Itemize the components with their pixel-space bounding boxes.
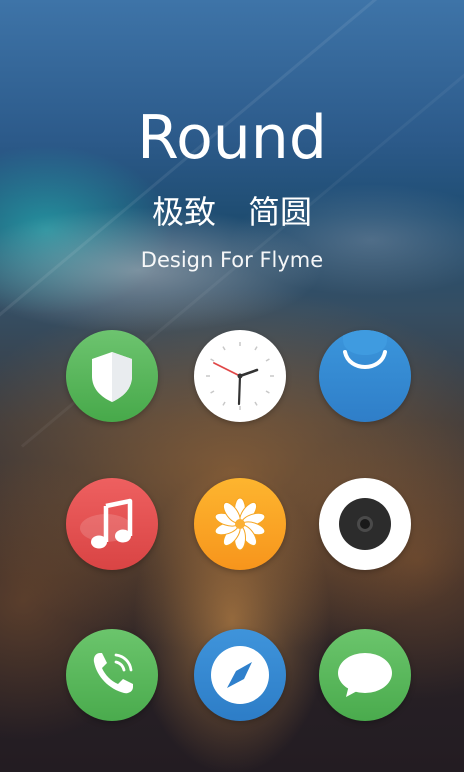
gallery-icon[interactable]	[194, 478, 286, 570]
message-icon[interactable]	[319, 629, 411, 721]
camera-icon[interactable]	[319, 478, 411, 570]
clock-icon[interactable]	[194, 330, 286, 422]
browser-icon[interactable]	[194, 629, 286, 721]
page-title: Round	[137, 103, 327, 173]
app-store-icon[interactable]	[319, 330, 411, 422]
music-icon[interactable]	[66, 478, 158, 570]
security-icon[interactable]	[66, 330, 158, 422]
phone-icon[interactable]	[66, 629, 158, 721]
tagline: Design For Flyme	[140, 248, 324, 272]
page-subtitle: 极致 简圆	[151, 193, 312, 231]
